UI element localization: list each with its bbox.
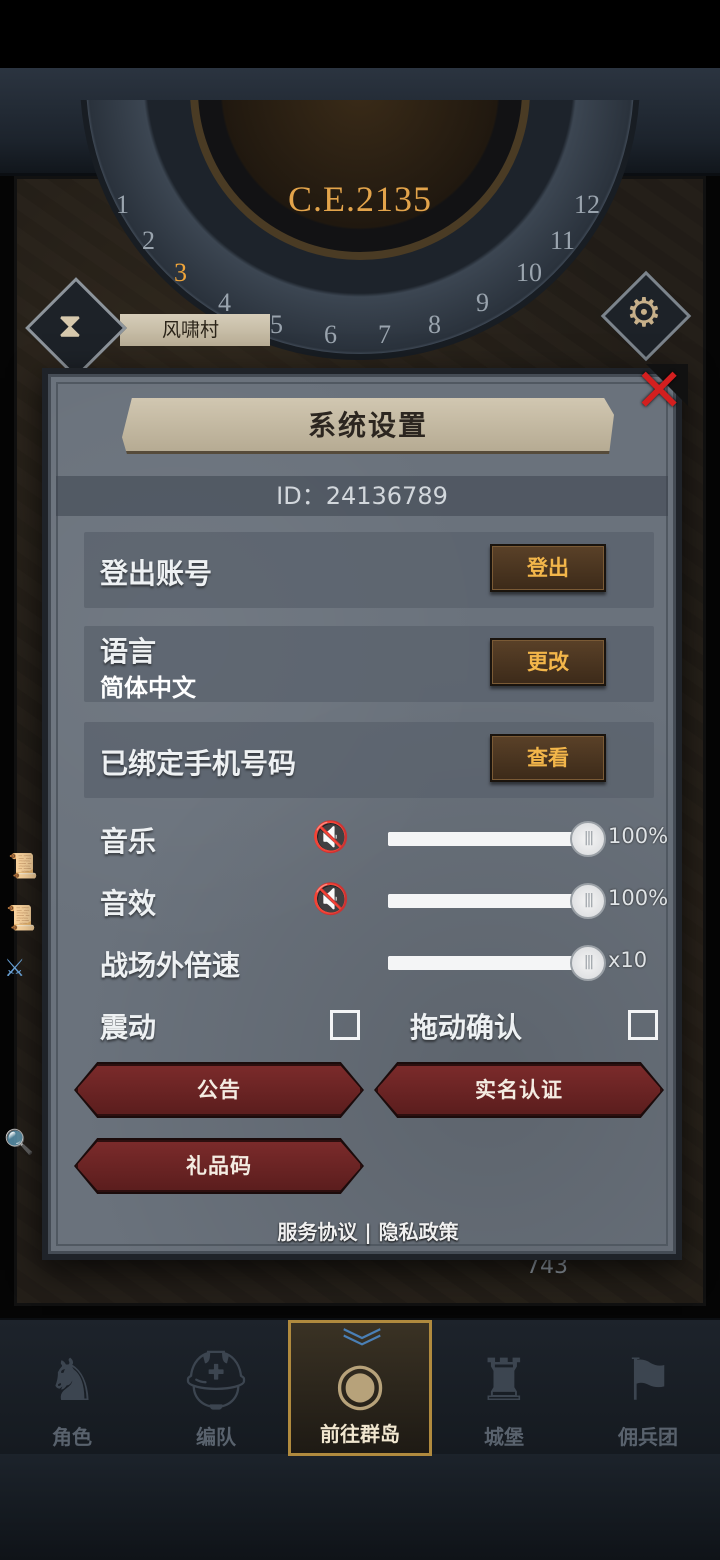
change-language-button[interactable]: 更改 (490, 638, 606, 686)
sfx-slider[interactable]: ||| (388, 883, 606, 919)
realname-button[interactable]: 实名认证 (376, 1064, 662, 1116)
helmet-icon: ⛑ (179, 1346, 253, 1414)
logout-label: 登出账号 (100, 557, 213, 590)
scroll-icon[interactable]: 📜 (8, 852, 38, 880)
dial-number: 10 (516, 258, 542, 287)
privacy-policy-link[interactable]: 隐私政策 (379, 1220, 459, 1244)
nav-item-castle[interactable]: ♜ 城堡 (432, 1320, 576, 1456)
slider-fill (388, 832, 588, 846)
speaker-muted-icon[interactable]: 🔇 (312, 882, 349, 917)
slider-fill (388, 956, 588, 970)
sword-icon[interactable]: ⚔ (4, 954, 26, 982)
drag-confirm-label: 拖动确认 (410, 1011, 523, 1044)
status-bar (0, 0, 720, 68)
dial-number: 11 (550, 226, 576, 255)
slider-knob[interactable]: ||| (570, 945, 606, 981)
speed-value: x10 (608, 948, 648, 972)
service-agreement-link[interactable]: 服务协议 (277, 1220, 357, 1244)
knight-icon: ♞ (46, 1346, 98, 1414)
village-name: 风啸村 (120, 314, 270, 346)
bottom-frame (0, 1454, 720, 1560)
logout-row: 登出账号 登出 (84, 532, 654, 608)
year-label: C.E.2135 (287, 179, 432, 219)
dial-number: 7 (378, 320, 391, 349)
vibration-label: 震动 (100, 1011, 157, 1044)
dialog-title: 系统设置 (307, 409, 428, 442)
close-icon[interactable]: ✕ (634, 356, 684, 426)
nav-item-mercenary[interactable]: ⚑ 佣兵团 (576, 1320, 720, 1456)
speed-slider[interactable]: ||| (388, 945, 606, 981)
music-value: 100% (608, 824, 669, 848)
footer-links: 服务协议 | 隐私政策 (48, 1216, 688, 1245)
dial-number: 2 (142, 226, 155, 255)
scroll-icon[interactable]: 📜 (6, 904, 36, 932)
slider-fill (388, 894, 588, 908)
phone-label: 已绑定手机号码 (100, 747, 297, 780)
nav-label: 佣兵团 (618, 1425, 678, 1449)
sfx-value: 100% (608, 886, 669, 910)
speed-label: 战场外倍速 (100, 949, 241, 982)
dial-number: 9 (476, 288, 489, 317)
gear-icon: ⚙ (626, 290, 662, 336)
music-label: 音乐 (100, 825, 157, 858)
speaker-muted-icon[interactable]: 🔇 (312, 820, 349, 855)
phone-row: 已绑定手机号码 查看 (84, 722, 654, 798)
nav-label: 编队 (196, 1425, 236, 1449)
dial-number: 5 (270, 310, 283, 339)
banner-icon: ⚑ (622, 1346, 674, 1414)
village-button[interactable]: 风啸村 ⧗ (25, 277, 270, 379)
slider-knob[interactable]: ||| (570, 821, 606, 857)
vibration-checkbox[interactable] (330, 1010, 360, 1040)
nav-item-formation[interactable]: ⛑ 编队 (144, 1320, 288, 1456)
language-row: 语言 简体中文 更改 (84, 626, 654, 702)
dial-number: 8 (428, 310, 441, 339)
language-value: 简体中文 (100, 674, 196, 702)
dial-number-active: 3 (174, 258, 187, 287)
slider-knob[interactable]: ||| (570, 883, 606, 919)
castle-icon: ♜ (478, 1346, 530, 1414)
announcement-button[interactable]: 公告 (76, 1064, 362, 1116)
gift-code-button[interactable]: 礼品码 (76, 1140, 362, 1192)
nav-label: 角色 (52, 1425, 92, 1449)
nav-label: 前往群岛 (320, 1422, 400, 1446)
chevron-down-icon: ︾ (342, 1326, 382, 1372)
title-banner: 系统设置 (122, 398, 614, 454)
footer-separator: | (364, 1220, 372, 1244)
view-phone-button[interactable]: 查看 (490, 734, 606, 782)
settings-dialog: 系统设置 ID：24136789 登出账号 登出 语言 简体中文 更改 已绑定手… (42, 368, 682, 1260)
dial-number: 12 (574, 190, 600, 219)
dial-number: 6 (324, 320, 337, 349)
logout-button[interactable]: 登出 (490, 544, 606, 592)
drag-confirm-checkbox[interactable] (628, 1010, 658, 1040)
nav-item-character[interactable]: ♞ 角色 (0, 1320, 144, 1456)
dial-number: 1 (116, 190, 129, 219)
player-id: ID：24136789 (56, 476, 668, 516)
nav-label: 城堡 (484, 1425, 524, 1449)
music-slider[interactable]: ||| (388, 821, 606, 857)
language-label: 语言 (100, 635, 157, 668)
search-icon[interactable]: 🔍 (4, 1128, 34, 1156)
sfx-label: 音效 (100, 887, 157, 920)
hourglass-icon: ⧗ (58, 306, 82, 346)
